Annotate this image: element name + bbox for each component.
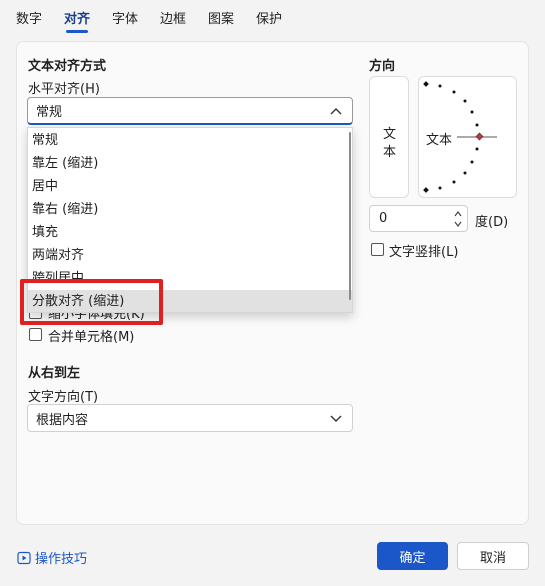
tips-link-label: 操作技巧 [35,552,88,567]
chevron-down-icon [330,415,342,422]
horizontal-align-dropdown: 常规 靠左 (缩进) 居中 靠右 (缩进) 填充 两端对齐 跨列居中 分散对齐 … [27,127,353,313]
merge-cells-label: 合并单元格(M) [48,330,135,345]
tips-link[interactable]: 操作技巧 [17,548,87,567]
option-normal[interactable]: 常规 [28,129,352,152]
option-center-across[interactable]: 跨列居中 [28,267,352,288]
degree-unit-label: 度(D) [475,215,509,230]
option-distributed-indent[interactable]: 分散对齐 (缩进) [28,290,352,312]
ok-button[interactable]: 确定 [377,542,448,570]
rtl-title: 从右到左 [28,366,81,381]
tab-border[interactable]: 边框 [160,8,186,27]
tab-pattern[interactable]: 图案 [208,8,234,27]
orientation-title: 方向 [369,59,396,74]
horizontal-align-label: 水平对齐(H) [28,82,100,97]
vertical-stack-checkbox[interactable] [371,243,384,256]
tab-bar: 数字 对齐 字体 边框 图案 保护 [0,0,545,36]
spin-down-icon[interactable] [454,221,462,227]
vertical-text-char-1: 文 [383,127,397,142]
option-center[interactable]: 居中 [28,175,352,198]
degree-value: 0 [379,211,388,226]
option-left-indent[interactable]: 靠左 (缩进) [28,152,352,175]
merge-cells-checkbox[interactable] [29,328,42,341]
dial-text: 文本 [426,133,453,148]
horizontal-align-value: 常规 [36,105,63,120]
option-right-indent[interactable]: 靠右 (缩进) [28,198,352,221]
orientation-dial[interactable]: 文本 [418,76,517,198]
vertical-text-box[interactable]: 文 本 [369,76,409,198]
vertical-stack-label: 文字竖排(L) [389,245,459,260]
text-alignment-title: 文本对齐方式 [28,59,107,74]
horizontal-align-select[interactable]: 常规 [27,97,353,125]
text-direction-value: 根据内容 [36,412,89,428]
option-fill[interactable]: 填充 [28,221,352,244]
tab-font[interactable]: 字体 [112,8,138,27]
dropdown-scrollbar[interactable] [349,132,351,300]
tab-protection[interactable]: 保护 [256,8,282,27]
text-direction-label: 文字方向(T) [28,390,99,405]
degree-spinner[interactable]: 0 [369,205,468,232]
chevron-up-icon [330,107,342,114]
cancel-button[interactable]: 取消 [457,542,529,570]
text-direction-select[interactable]: 根据内容 [27,404,353,432]
vertical-text-char-2: 本 [383,145,397,160]
option-center-across-label: 跨列居中 [32,271,85,280]
tab-alignment[interactable]: 对齐 [64,8,90,33]
spin-up-icon[interactable] [454,211,462,217]
tab-number[interactable]: 数字 [16,8,42,27]
option-justify[interactable]: 两端对齐 [28,244,352,267]
play-icon [17,551,31,564]
